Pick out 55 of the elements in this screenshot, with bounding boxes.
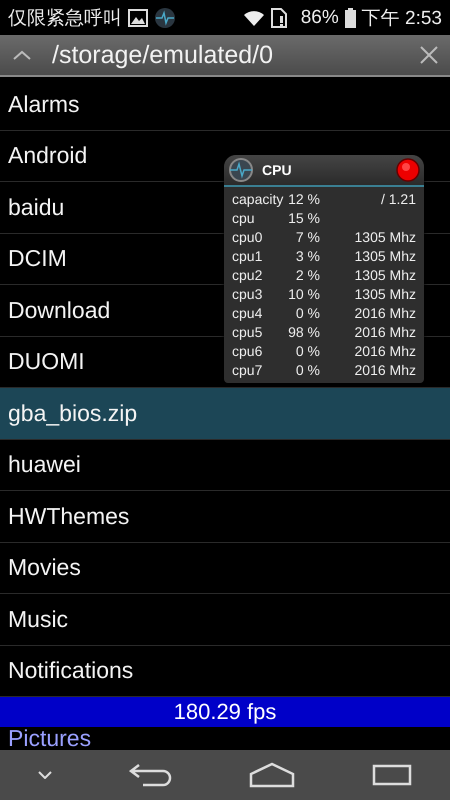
- stat-usage: 15 %: [288, 209, 320, 228]
- stat-usage: 98 %: [288, 323, 320, 342]
- stat-label: cpu5: [232, 323, 264, 342]
- stat-value: 2016 Mhz: [354, 361, 416, 380]
- file-item[interactable]: Pictures: [0, 727, 450, 750]
- stat-label: cpu: [232, 209, 256, 228]
- stat-usage: 2 %: [294, 266, 320, 285]
- widget-title: CPU: [262, 162, 293, 178]
- stat-usage: 3 %: [294, 247, 320, 266]
- up-caret-icon[interactable]: [12, 49, 32, 61]
- file-item[interactable]: Movies: [0, 542, 450, 594]
- recents-icon[interactable]: [372, 764, 412, 786]
- stat-label: cpu3: [232, 285, 264, 304]
- battery-icon: [344, 8, 356, 28]
- stat-usage: 10 %: [288, 285, 320, 304]
- sim-icon: [270, 8, 287, 28]
- stat-usage: 0 %: [294, 304, 320, 323]
- pulse-icon: [154, 6, 176, 28]
- stat-usage: 7 %: [294, 228, 320, 247]
- image-icon: [128, 8, 148, 26]
- close-icon[interactable]: [420, 46, 438, 64]
- stat-usage: 0 %: [294, 342, 320, 361]
- file-item[interactable]: HWThemes: [0, 491, 450, 542]
- stat-value: 1305 Mhz: [354, 247, 416, 266]
- clock: 下午 2:53: [362, 6, 442, 30]
- file-item[interactable]: huawei: [0, 440, 450, 491]
- stat-label: cpu0: [232, 228, 264, 247]
- stat-label: cpu7: [232, 361, 264, 380]
- stat-value: 1305 Mhz: [354, 266, 416, 285]
- stat-value: 1305 Mhz: [354, 228, 416, 247]
- folder-path: /storage/emulated/0: [52, 40, 274, 70]
- battery-percent: 86%: [300, 6, 339, 28]
- stat-value: 1305 Mhz: [354, 285, 416, 304]
- stat-value: 2016 Mhz: [354, 323, 416, 342]
- back-icon[interactable]: [128, 763, 173, 787]
- stat-usage: 12 %: [288, 190, 320, 209]
- stat-label: cpu6: [232, 342, 264, 361]
- stat-label: cpu2: [232, 266, 264, 285]
- stat-value: 2016 Mhz: [354, 304, 416, 323]
- fps-readout: 180.29 fps: [174, 699, 276, 725]
- stat-value: 2016 Mhz: [354, 342, 416, 361]
- stat-usage: 0 %: [294, 361, 320, 380]
- close-button-icon[interactable]: [396, 158, 420, 182]
- stat-value: / 1.21: [380, 190, 416, 209]
- file-item[interactable]: Music: [0, 594, 450, 646]
- stat-label: capacity: [232, 190, 284, 209]
- stat-label: cpu1: [232, 247, 264, 266]
- file-item[interactable]: gba_bios.zip: [0, 388, 450, 440]
- pulse-icon: [228, 157, 254, 183]
- home-icon[interactable]: [249, 762, 296, 788]
- chevron-down-icon[interactable]: [38, 771, 52, 779]
- wifi-icon: [242, 8, 265, 26]
- file-item[interactable]: Alarms: [0, 79, 450, 130]
- status-text: 仅限紧急呼叫: [8, 6, 122, 30]
- stat-label: cpu4: [232, 304, 264, 323]
